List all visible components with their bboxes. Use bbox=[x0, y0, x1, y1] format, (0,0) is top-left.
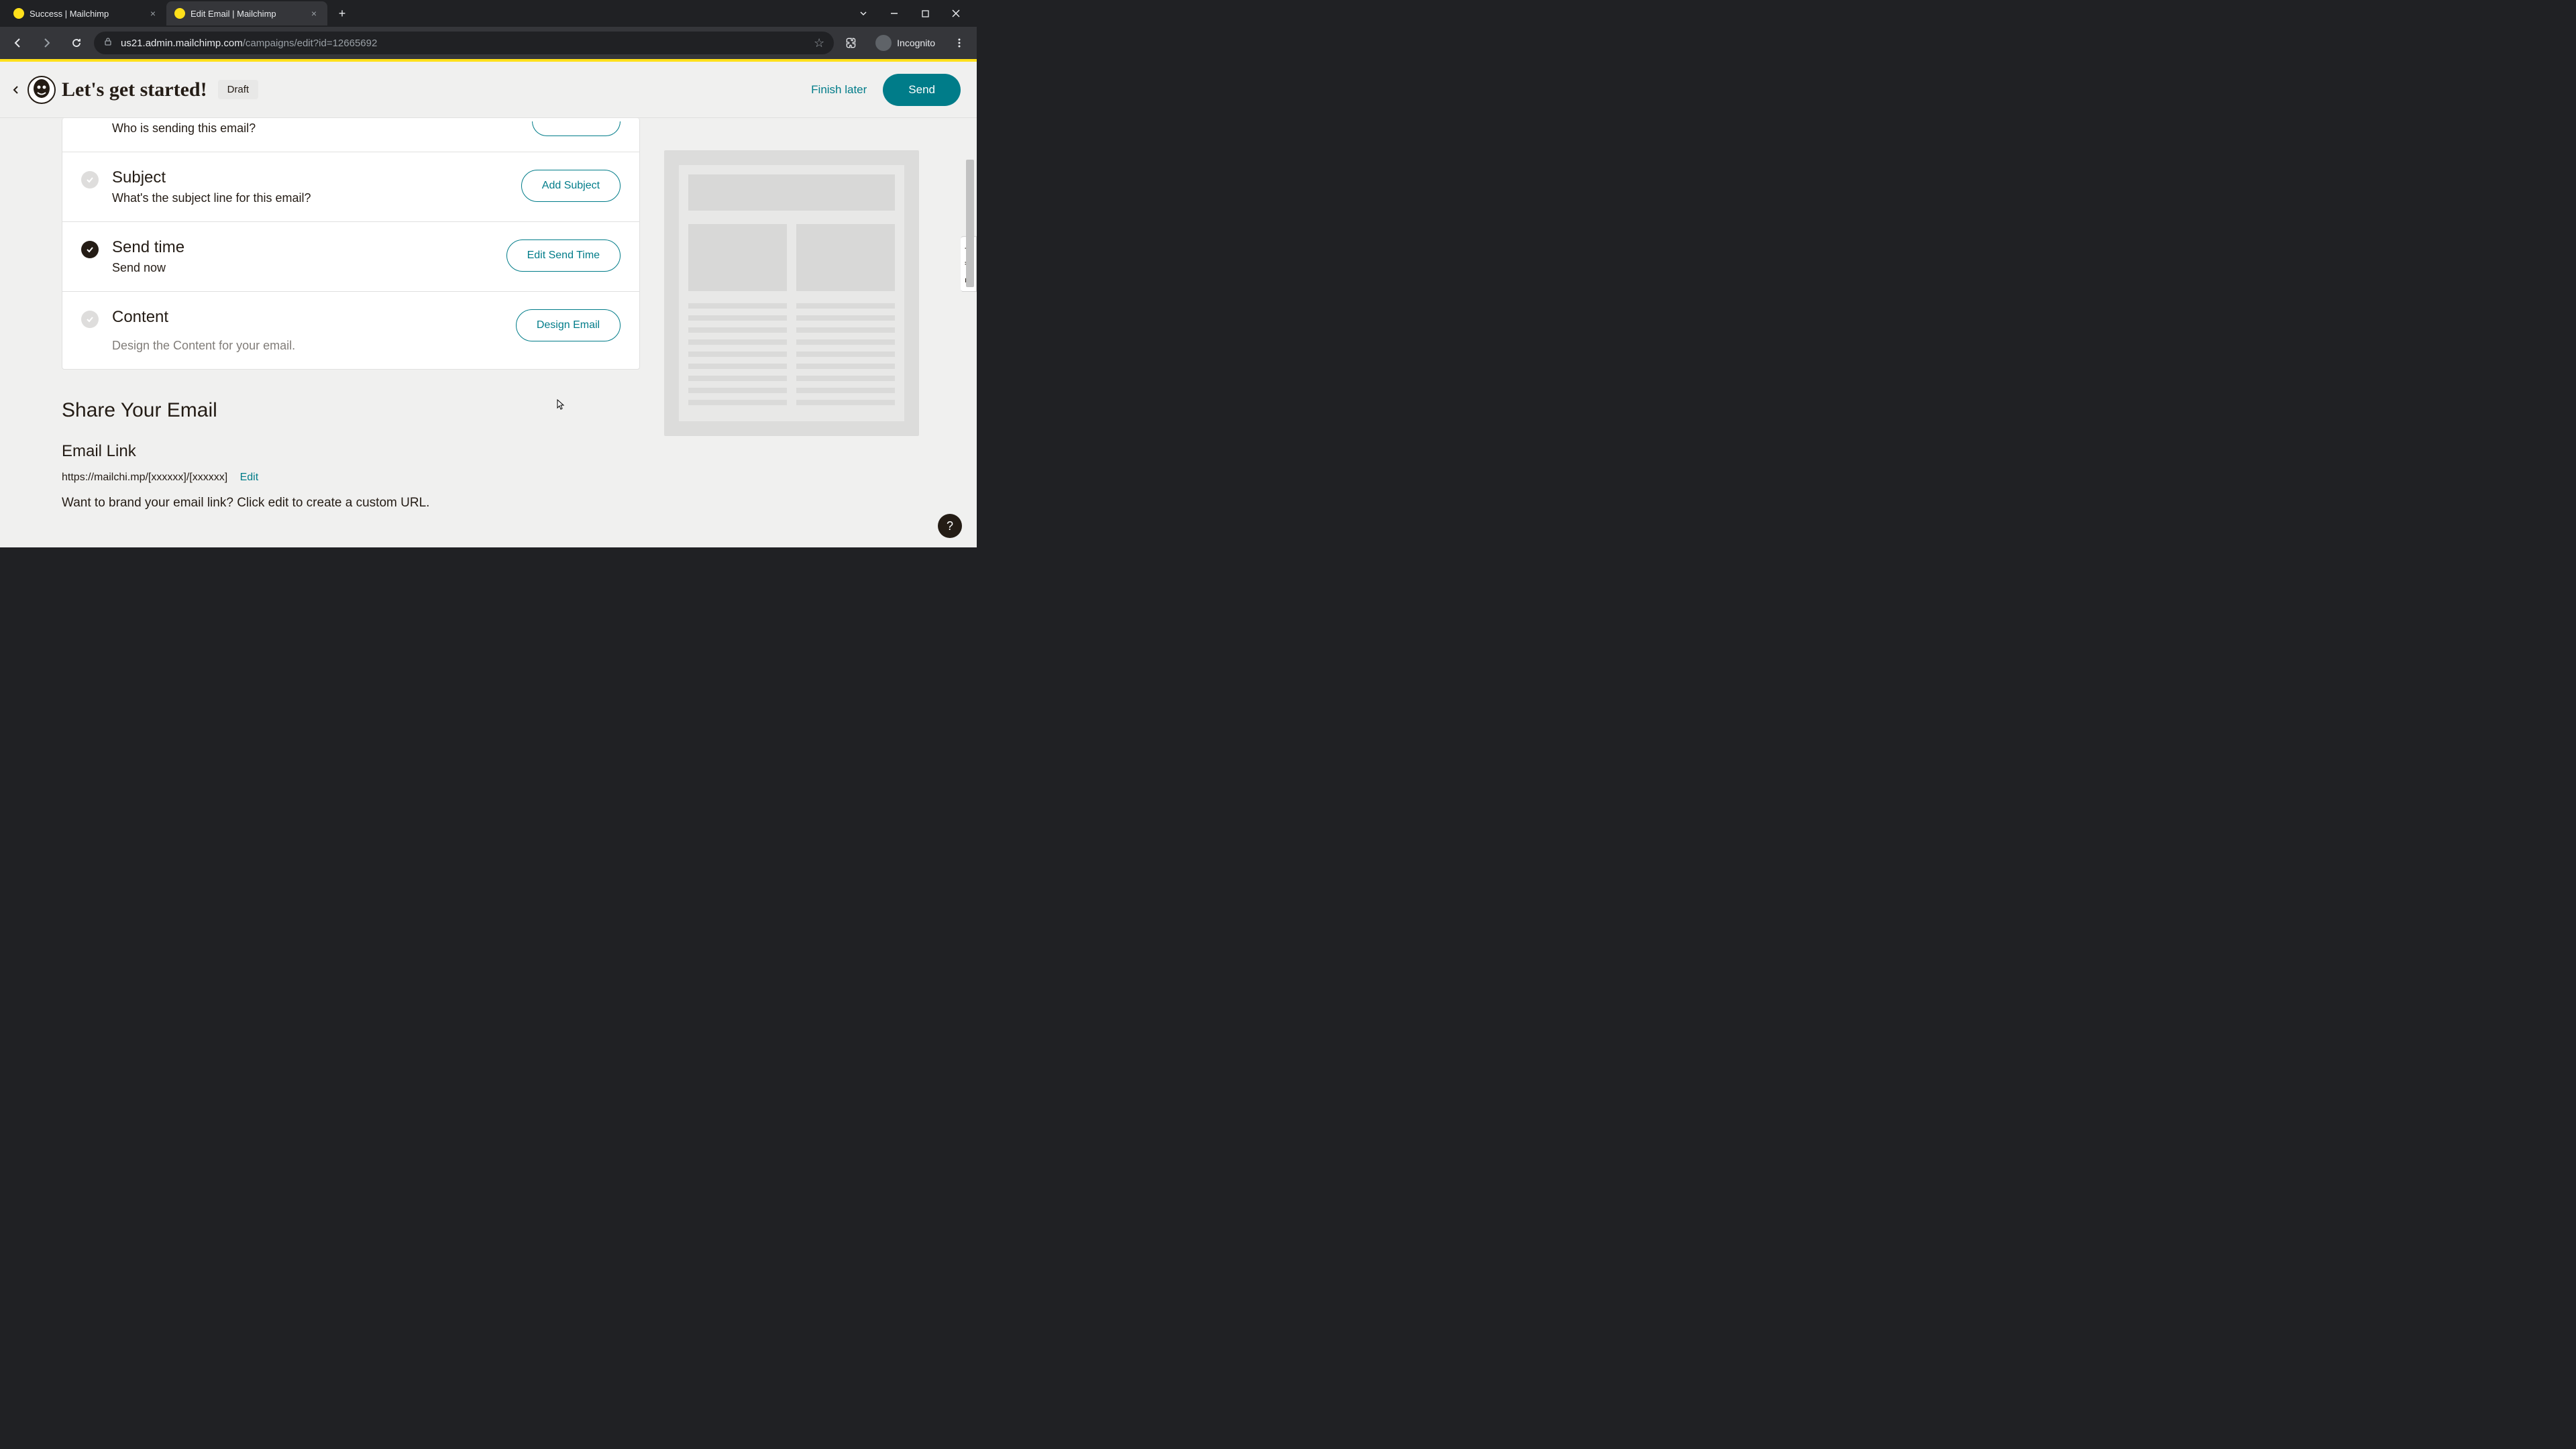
incognito-label: Incognito bbox=[897, 38, 935, 48]
close-icon[interactable]: × bbox=[148, 8, 158, 19]
incognito-badge[interactable]: Incognito bbox=[869, 35, 942, 51]
preview-image-placeholder bbox=[688, 224, 787, 291]
address-bar: us21.admin.mailchimp.com/campaigns/edit?… bbox=[0, 27, 977, 59]
preview-text-line bbox=[688, 303, 787, 309]
preview-columns bbox=[688, 224, 895, 412]
email-preview[interactable] bbox=[664, 150, 919, 436]
design-email-button[interactable]: Design Email bbox=[516, 309, 621, 341]
share-section: Share Your Email Email Link https://mail… bbox=[62, 370, 640, 511]
window-controls bbox=[848, 0, 971, 27]
close-window-button[interactable] bbox=[941, 3, 971, 24]
check-icon-incomplete bbox=[81, 311, 99, 328]
check-icon-complete bbox=[81, 241, 99, 258]
browser-chrome: Success | Mailchimp × Edit Email | Mailc… bbox=[0, 0, 977, 59]
email-link-heading: Email Link bbox=[62, 442, 640, 461]
preview-text-line bbox=[796, 376, 895, 381]
preview-text-line bbox=[796, 364, 895, 369]
url-bar[interactable]: us21.admin.mailchimp.com/campaigns/edit?… bbox=[94, 32, 834, 54]
scrollbar-thumb[interactable] bbox=[966, 160, 974, 287]
preview-inner bbox=[679, 165, 904, 421]
preview-text-line bbox=[796, 303, 895, 309]
preview-text-line bbox=[796, 400, 895, 405]
back-button[interactable] bbox=[5, 31, 30, 55]
preview-text-line bbox=[796, 352, 895, 357]
menu-button[interactable] bbox=[947, 31, 971, 55]
tab-title: Success | Mailchimp bbox=[30, 9, 142, 19]
tab-edit-email[interactable]: Edit Email | Mailchimp × bbox=[166, 1, 327, 25]
chevron-down-icon[interactable] bbox=[848, 3, 879, 24]
preview-text-line bbox=[688, 327, 787, 333]
new-tab-button[interactable]: + bbox=[333, 4, 352, 23]
lock-icon bbox=[103, 37, 113, 49]
preview-text-line bbox=[796, 339, 895, 345]
url-text: us21.admin.mailchimp.com/campaigns/edit?… bbox=[121, 38, 377, 49]
add-from-button[interactable]: Add From bbox=[532, 121, 621, 136]
add-subject-button[interactable]: Add Subject bbox=[521, 170, 621, 202]
right-column bbox=[664, 118, 957, 547]
content-area: Who is sending this email? Add From Subj… bbox=[0, 118, 977, 547]
close-icon[interactable]: × bbox=[309, 8, 319, 19]
forward-button[interactable] bbox=[35, 31, 59, 55]
tab-bar: Success | Mailchimp × Edit Email | Mailc… bbox=[0, 0, 977, 27]
preview-header-placeholder bbox=[688, 174, 895, 211]
maximize-button[interactable] bbox=[910, 3, 941, 24]
mailchimp-favicon bbox=[174, 8, 185, 19]
mailchimp-favicon bbox=[13, 8, 24, 19]
page-title: Let's get started! bbox=[62, 78, 207, 101]
finish-later-link[interactable]: Finish later bbox=[811, 83, 867, 97]
preview-col-right bbox=[796, 224, 895, 412]
extensions-icon[interactable] bbox=[839, 31, 863, 55]
preview-text-line bbox=[796, 327, 895, 333]
subject-subtitle: What's the subject line for this email? bbox=[112, 191, 508, 205]
subject-title: Subject bbox=[112, 168, 508, 187]
send-button[interactable]: Send bbox=[883, 74, 961, 106]
section-send-time: Send time Send now Edit Send Time bbox=[62, 221, 639, 291]
email-link-row: https://mailchi.mp/[xxxxxx]/[xxxxxx] Edi… bbox=[62, 472, 640, 484]
check-icon-incomplete bbox=[81, 171, 99, 189]
header-actions: Finish later Send bbox=[811, 74, 961, 106]
preview-text-line bbox=[796, 315, 895, 321]
preview-text-line bbox=[688, 339, 787, 345]
content-title: Content bbox=[112, 308, 502, 327]
tab-title: Edit Email | Mailchimp bbox=[191, 9, 303, 19]
section-from: Who is sending this email? Add From bbox=[62, 118, 639, 152]
share-heading: Share Your Email bbox=[62, 399, 640, 422]
left-column: Who is sending this email? Add From Subj… bbox=[0, 118, 664, 547]
preview-text-line bbox=[688, 376, 787, 381]
send-time-subtitle: Send now bbox=[112, 261, 493, 275]
reload-button[interactable] bbox=[64, 31, 89, 55]
edit-send-time-button[interactable]: Edit Send Time bbox=[506, 239, 621, 272]
minimize-button[interactable] bbox=[879, 3, 910, 24]
edit-link-button[interactable]: Edit bbox=[240, 472, 259, 483]
status-badge: Draft bbox=[218, 80, 259, 99]
preview-text-line bbox=[688, 315, 787, 321]
preview-text-line bbox=[688, 352, 787, 357]
bookmark-star-icon[interactable]: ☆ bbox=[814, 36, 824, 50]
preview-text-line bbox=[688, 364, 787, 369]
scrollbar-track[interactable] bbox=[966, 62, 975, 547]
campaign-sections: Who is sending this email? Add From Subj… bbox=[62, 118, 640, 370]
incognito-icon bbox=[875, 35, 892, 51]
mailchimp-logo[interactable] bbox=[27, 75, 56, 105]
section-content: Content Design the Content for your emai… bbox=[62, 291, 639, 369]
send-time-title: Send time bbox=[112, 238, 493, 257]
email-link-description: Want to brand your email link? Click edi… bbox=[62, 496, 640, 511]
preview-text-line bbox=[796, 388, 895, 393]
email-link-url: https://mailchi.mp/[xxxxxx]/[xxxxxx] bbox=[62, 472, 227, 483]
back-chevron-icon[interactable] bbox=[5, 79, 27, 101]
preview-image-placeholder bbox=[796, 224, 895, 291]
page-content: Let's get started! Draft Finish later Se… bbox=[0, 59, 977, 547]
tab-success[interactable]: Success | Mailchimp × bbox=[5, 1, 166, 25]
preview-text-line bbox=[688, 400, 787, 405]
help-button[interactable]: ? bbox=[938, 514, 962, 538]
from-subtitle: Who is sending this email? bbox=[112, 121, 519, 136]
page-header: Let's get started! Draft Finish later Se… bbox=[0, 62, 977, 118]
preview-col-left bbox=[688, 224, 787, 412]
content-subtitle: Design the Content for your email. bbox=[112, 339, 502, 353]
preview-text-line bbox=[688, 388, 787, 393]
section-subject: Subject What's the subject line for this… bbox=[62, 152, 639, 221]
